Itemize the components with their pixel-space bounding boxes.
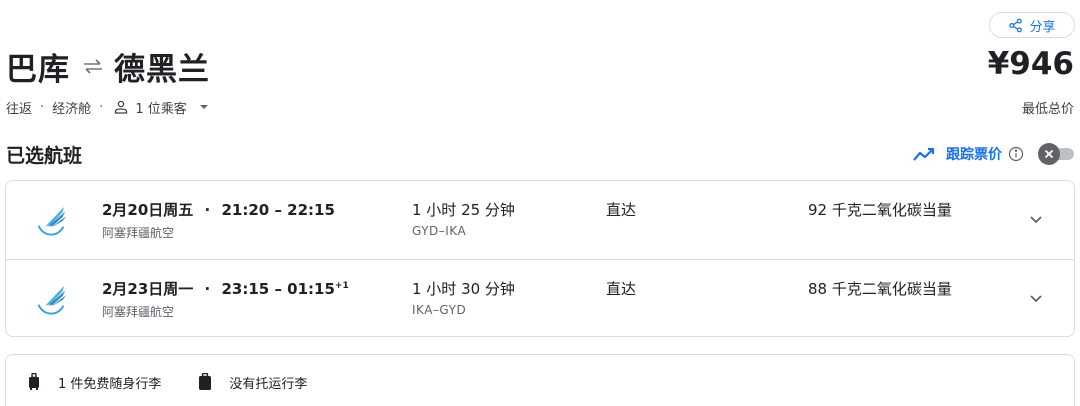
origin-city: 巴库 — [6, 51, 70, 88]
flight-emissions: 88 千克二氧化碳当量 — [808, 280, 952, 298]
separator-dot: · — [204, 201, 211, 219]
airport-codes: IKA–GYD — [412, 303, 467, 317]
track-prices: 跟踪票价 — [912, 141, 1074, 167]
airport-codes: GYD–IKA — [412, 224, 467, 238]
share-button[interactable]: 分享 — [989, 12, 1075, 38]
airline-logo-icon — [37, 206, 67, 236]
airline-logo-icon — [37, 285, 67, 315]
flight-stops: 直达 — [606, 201, 637, 219]
flight-row-return[interactable]: 2月23日周一 · 23:15 – 01:15+1 阿塞拜疆航空 1 小时 30… — [6, 259, 1074, 337]
info-icon[interactable] — [1008, 146, 1024, 162]
flight-duration: 1 小时 25 分钟 — [412, 201, 515, 219]
checked-baggage: 没有托运行李 — [197, 373, 307, 392]
carry-on-baggage: 1 件免费随身行李 — [26, 373, 161, 392]
baggage-row: 1 件免费随身行李 没有托运行李 — [26, 373, 343, 392]
separator-dot: · — [40, 99, 45, 115]
chevron-down-icon[interactable] — [1026, 209, 1046, 229]
route-title: 巴库 德黑兰 — [6, 46, 210, 88]
flight-row-outbound[interactable]: 2月20日周五 · 21:20 – 22:15 阿塞拜疆航空 1 小时 25 分… — [6, 181, 1074, 259]
baggage-card: 1 件免费随身行李 没有托运行李 — [5, 354, 1075, 406]
person-icon — [115, 100, 128, 114]
flight-duration: 1 小时 30 分钟 — [412, 280, 515, 298]
total-price: ¥946 — [987, 46, 1074, 82]
close-icon — [1044, 149, 1054, 159]
carry-on-bag-icon — [29, 373, 39, 390]
passenger-selector[interactable]: 1 位乘客 — [111, 98, 208, 117]
airline-name: 阿塞拜疆航空 — [102, 226, 175, 240]
price-caption: 最低总价 — [1021, 102, 1074, 117]
airline-name: 阿塞拜疆航空 — [102, 305, 175, 319]
cabin-class: 经济舱 — [52, 101, 92, 117]
flight-datetime: 2月23日周一 · 23:15 – 01:15+1 — [102, 278, 349, 299]
track-prices-toggle[interactable] — [1038, 143, 1074, 165]
trip-type: 往返 — [6, 101, 33, 117]
checked-label: 没有托运行李 — [229, 376, 308, 392]
flight-date: 2月23日周一 — [102, 280, 194, 298]
selected-flights-card: 2月20日周五 · 21:20 – 22:15 阿塞拜疆航空 1 小时 25 分… — [5, 180, 1075, 337]
share-icon — [1009, 18, 1023, 32]
toggle-knob — [1038, 143, 1060, 165]
checked-bag-icon — [199, 373, 212, 390]
carry-on-label: 1 件免费随身行李 — [58, 376, 162, 392]
flight-times: 23:15 – 01:15 — [221, 280, 335, 298]
dropdown-caret-icon — [199, 105, 208, 109]
track-prices-label: 跟踪票价 — [946, 147, 1002, 163]
separator-dot: · — [99, 99, 104, 115]
price-trend-icon — [913, 147, 935, 161]
chevron-down-icon[interactable] — [1026, 288, 1046, 308]
selected-flights-heading: 已选航班 — [6, 145, 83, 167]
passenger-count: 1 位乘客 — [135, 101, 187, 117]
separator-dot: · — [204, 280, 211, 298]
flight-date: 2月20日周五 — [102, 201, 194, 219]
flight-datetime: 2月20日周五 · 21:20 – 22:15 — [102, 199, 335, 220]
destination-city: 德黑兰 — [114, 51, 210, 88]
flight-times: 21:20 – 22:15 — [221, 201, 335, 219]
share-label: 分享 — [1029, 19, 1056, 35]
trip-summary: 往返 · 经济舱 · 1 位乘客 — [6, 97, 209, 117]
round-trip-arrows-icon — [84, 59, 102, 74]
flight-stops: 直达 — [606, 280, 637, 298]
day-offset: +1 — [334, 281, 349, 291]
flight-emissions: 92 千克二氧化碳当量 — [808, 201, 952, 219]
